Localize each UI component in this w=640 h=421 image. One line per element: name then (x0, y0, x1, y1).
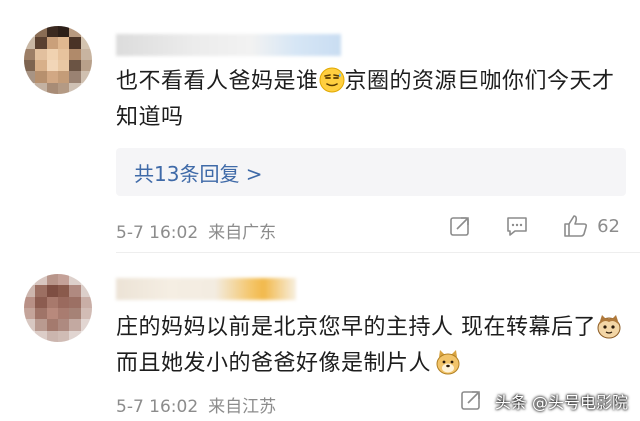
cat-emoji (597, 315, 621, 339)
comment-text: 也不看看人爸妈是谁 京圈的资源巨咖你们今天才知道吗 (116, 64, 626, 136)
share-icon (450, 217, 469, 236)
watermark: 头条 @头号电影院 (494, 393, 628, 412)
comment-time: 5-7 16:02 (116, 397, 199, 417)
doge-emoji (436, 350, 460, 375)
username-blurred[interactable] (116, 34, 341, 56)
username-blurred[interactable] (116, 278, 296, 300)
replies-box[interactable]: 共13条回复 > (116, 148, 626, 196)
comment-meta: 5-7 16:02 来自广东 (116, 218, 286, 243)
comment-text-part: 而且她发小的爸爸好像是制片人 (116, 351, 432, 376)
avatar[interactable] (24, 274, 92, 342)
comment-text: 庄的妈妈以前是北京您早的主持人 现在转幕后了 而且她发小的爸爸好像是制片人 (116, 310, 626, 382)
reply-button[interactable] (505, 215, 529, 237)
share-icon (461, 391, 480, 410)
comment-location: 来自江苏 (208, 397, 277, 417)
comment-text-part: 庄的妈妈以前是北京您早的主持人 现在转幕后了 (116, 315, 596, 340)
comment-location: 来自广东 (208, 223, 277, 243)
comment-icon (507, 217, 527, 236)
like-icon (564, 215, 588, 237)
comment-text-part: 也不看看人爸妈是谁 (116, 69, 319, 94)
like-count: 62 (597, 215, 620, 237)
share-button[interactable] (449, 215, 471, 237)
comment-actions (460, 389, 482, 411)
comment-list: 也不看看人爸妈是谁 京圈的资源巨咖你们今天才知道吗 共13条回复 > 5-7 1… (0, 0, 640, 421)
replies-link[interactable]: 共13条回复 > (134, 158, 263, 187)
comment-item: 也不看看人爸妈是谁 京圈的资源巨咖你们今天才知道吗 共13条回复 > 5-7 1… (0, 0, 640, 252)
avatar[interactable] (24, 26, 92, 94)
like-button[interactable]: 62 (563, 214, 620, 238)
comment-time: 5-7 16:02 (116, 223, 199, 243)
comment-meta: 5-7 16:02 来自江苏 (116, 392, 286, 417)
sweat-smile-emoji (319, 67, 345, 93)
share-button[interactable] (460, 389, 482, 411)
comment-actions: 62 (449, 214, 620, 238)
